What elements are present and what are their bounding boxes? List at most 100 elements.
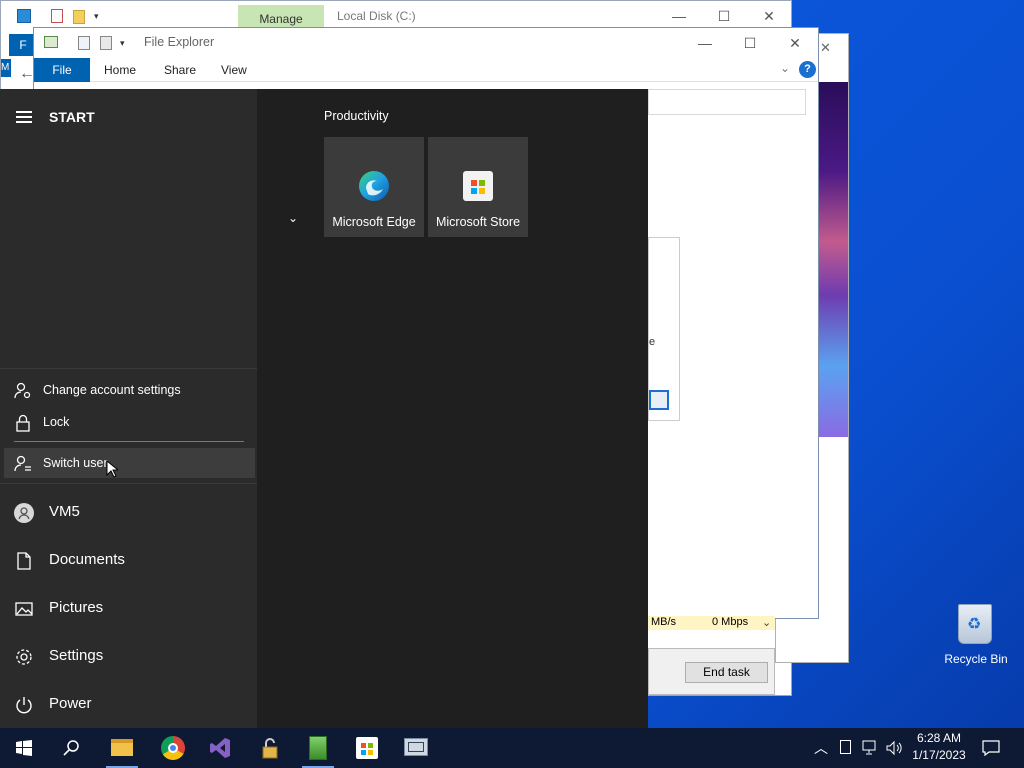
taskbar-unlock-tool[interactable] [246, 728, 294, 768]
tab-home-label: Home [104, 63, 137, 77]
taskbar-file-explorer[interactable] [98, 728, 146, 768]
nav-documents-label: Documents [49, 551, 125, 568]
nav-pictures[interactable]: Pictures [0, 585, 257, 633]
document-icon [17, 552, 31, 570]
taskbar-chrome[interactable] [148, 728, 196, 768]
store-taskbar-icon [356, 737, 378, 759]
start-icon [16, 740, 32, 756]
clock-time: 6:28 AM [916, 731, 962, 745]
change-account-settings-item[interactable]: Change account settings [4, 375, 255, 405]
network-tool-icon [404, 738, 428, 756]
tile-microsoft-store[interactable]: Microsoft Store [428, 137, 528, 237]
fe-properties-icon[interactable] [78, 36, 90, 50]
fe-new-folder-icon[interactable] [100, 36, 112, 50]
dialog-button[interactable] [649, 390, 669, 410]
tab-share-label: Share [164, 63, 197, 77]
tray-device-icon[interactable] [840, 740, 851, 754]
volume-icon[interactable] [885, 740, 903, 756]
m-strip: M [1, 59, 11, 77]
search-box[interactable] [648, 89, 806, 115]
tab-file-label: File [52, 63, 72, 77]
tab-file[interactable]: File [34, 58, 90, 82]
account-flyout: Change account settings Lock Switch user [0, 368, 257, 484]
end-task-button[interactable]: End task [685, 662, 768, 683]
switch-user-item[interactable]: Switch user [4, 448, 255, 478]
m-label: M [1, 62, 10, 73]
taskbar-network-tool[interactable] [392, 728, 440, 768]
help-icon[interactable]: ? [799, 61, 816, 78]
viewer-close-icon[interactable]: ✕ [820, 40, 831, 56]
group-collapse-chevron-icon[interactable]: ⌄ [288, 211, 298, 225]
nav-user-vm5[interactable]: VM5 [0, 489, 257, 537]
taskbar-server-manager[interactable] [294, 728, 342, 768]
ribbon-expand-icon[interactable]: ⌄ [780, 61, 790, 75]
network-icon[interactable] [862, 740, 880, 756]
search-icon [63, 740, 79, 756]
help-label: ? [804, 63, 811, 75]
viewer-image [818, 82, 848, 437]
fe-window-icon [44, 36, 58, 48]
dialog-partial-text: e [649, 336, 656, 348]
scroll-down-icon[interactable]: ⌄ [762, 616, 771, 629]
nav-documents[interactable]: Documents [0, 537, 257, 585]
fe-close-button[interactable]: ✕ [772, 28, 818, 58]
lock-icon [16, 414, 30, 432]
nav-settings-label: Settings [49, 647, 104, 664]
nav-power-label: Power [49, 695, 92, 712]
recycle-bin[interactable]: ♻ Recycle Bin [940, 600, 1012, 670]
taskbar-store[interactable] [343, 728, 391, 768]
tile-microsoft-edge[interactable]: Microsoft Edge [324, 137, 424, 237]
hamburger-icon[interactable] [16, 111, 32, 123]
store-icon [463, 171, 493, 201]
search-button[interactable] [48, 728, 96, 768]
lock-item[interactable]: Lock [4, 407, 255, 437]
recycle-bin-label: Recycle Bin [944, 652, 1008, 666]
start-button[interactable] [0, 728, 48, 768]
tray-overflow-icon[interactable]: ︿ [814, 738, 828, 768]
power-icon [16, 697, 32, 714]
recycle-bin-icon: ♻ [958, 604, 992, 644]
qa-chevron-icon[interactable]: ▾ [94, 11, 99, 22]
new-folder-icon[interactable] [73, 10, 85, 24]
file-explorer-icon [111, 739, 133, 756]
nav-user-label: VM5 [49, 503, 80, 520]
unlock-tool-icon [262, 738, 278, 759]
properties-icon[interactable] [51, 9, 63, 23]
clock[interactable]: 6:28 AM 1/17/2023 [908, 728, 970, 768]
fe-qa-chevron-icon[interactable]: ▾ [120, 38, 125, 49]
fe-maximize-button[interactable]: ☐ [727, 28, 773, 58]
tm-footer: End task [648, 648, 775, 695]
tab-view[interactable]: View [221, 58, 247, 82]
tab-share[interactable]: Share [164, 58, 196, 82]
nav-power[interactable]: Power [0, 681, 257, 729]
window-title: Local Disk (C:) [337, 9, 416, 23]
server-manager-icon [309, 736, 327, 760]
fe-title: File Explorer [144, 35, 215, 49]
start-left-pane: START Change account settings Lock Switc… [0, 89, 257, 728]
gear-icon [16, 649, 32, 665]
dialog-panel: e [648, 237, 680, 421]
edge-icon [359, 171, 389, 201]
strip-label: F [19, 38, 27, 52]
visual-studio-icon [210, 738, 230, 758]
manage-tab-label: Manage [259, 12, 303, 26]
tile-store-label: Microsoft Store [435, 215, 521, 229]
start-menu[interactable]: START Change account settings Lock Switc… [0, 89, 648, 728]
net-mbps-value: 0 Mbps [712, 616, 749, 628]
tm-stats-row: MB/s 0 Mbps ⌄ [648, 616, 775, 630]
taskbar-visual-studio[interactable] [196, 728, 244, 768]
flyout-divider [14, 441, 244, 442]
fe-minimize-button[interactable]: — [682, 28, 728, 58]
tile-edge-label: Microsoft Edge [332, 215, 416, 229]
ribbon: File Home Share View ⌄ ? [34, 58, 818, 82]
clock-date: 1/17/2023 [912, 748, 966, 762]
tab-home[interactable]: Home [104, 58, 136, 82]
user-avatar-icon [14, 503, 34, 523]
start-header: START [49, 109, 95, 125]
change-account-settings-label: Change account settings [43, 383, 181, 397]
net-speed-value: MB/s [651, 616, 677, 628]
group-title[interactable]: Productivity [324, 109, 389, 123]
end-task-label: End task [703, 665, 750, 679]
nav-settings[interactable]: Settings [0, 633, 257, 681]
notifications-icon[interactable] [982, 739, 1000, 757]
